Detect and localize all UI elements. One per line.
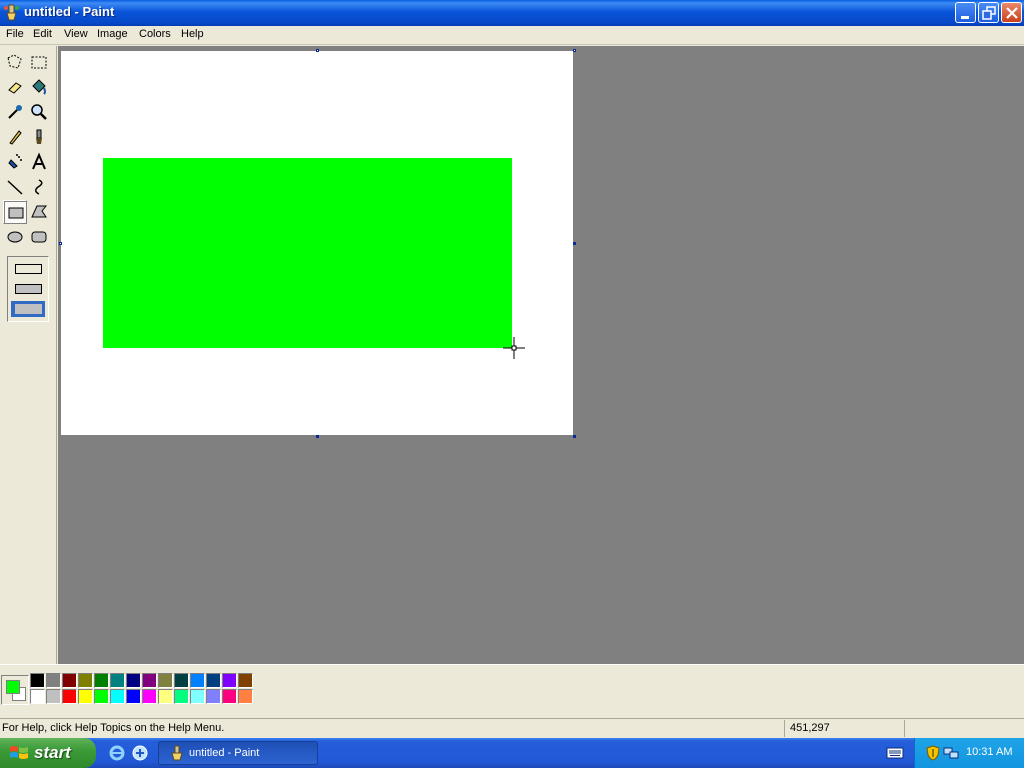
- palette-swatch[interactable]: [206, 689, 221, 704]
- palette-swatch[interactable]: [94, 689, 109, 704]
- palette-swatch[interactable]: [126, 673, 141, 688]
- resize-handle-top: [316, 49, 319, 52]
- menu-edit[interactable]: Edit: [32, 28, 53, 40]
- palette-swatch[interactable]: [158, 689, 173, 704]
- window-title: untitled - Paint: [24, 4, 115, 19]
- palette-swatch[interactable]: [174, 673, 189, 688]
- resize-handle-left: [59, 242, 62, 245]
- status-divider: [784, 720, 785, 737]
- palette-swatch[interactable]: [238, 689, 253, 704]
- palette-swatch[interactable]: [158, 673, 173, 688]
- palette-swatch[interactable]: [62, 689, 77, 704]
- status-bar: For Help, click Help Topics on the Help …: [0, 718, 1024, 738]
- palette-swatch[interactable]: [46, 689, 61, 704]
- fill-style-options: [7, 256, 49, 322]
- resize-handle-bottom-right[interactable]: [573, 435, 576, 438]
- eraser-tool[interactable]: [3, 75, 27, 99]
- palette-swatch[interactable]: [174, 689, 189, 704]
- menu-file[interactable]: File: [5, 28, 25, 40]
- ellipse-tool[interactable]: [3, 225, 27, 249]
- resize-handle-right[interactable]: [573, 242, 576, 245]
- show-desktop-icon[interactable]: [131, 744, 148, 761]
- title-bar[interactable]: untitled - Paint: [0, 0, 1024, 26]
- pencil-tool[interactable]: [3, 125, 27, 149]
- brush-tool[interactable]: [27, 125, 51, 149]
- menu-bar: File Edit View Image Colors Help: [0, 26, 1024, 45]
- menu-help[interactable]: Help: [180, 28, 205, 40]
- resize-handle-bottom[interactable]: [316, 435, 319, 438]
- palette-swatch[interactable]: [110, 689, 125, 704]
- free-form-select-tool[interactable]: [3, 50, 27, 74]
- palette-swatch[interactable]: [222, 689, 237, 704]
- paint-app-icon: [171, 745, 183, 761]
- close-button[interactable]: [1001, 2, 1022, 23]
- status-help-text: For Help, click Help Topics on the Help …: [2, 722, 225, 734]
- palette-swatch[interactable]: [30, 673, 45, 688]
- keyboard-icon[interactable]: [886, 746, 904, 760]
- line-tool[interactable]: [3, 175, 27, 199]
- palette-swatch[interactable]: [206, 673, 221, 688]
- start-label: start: [34, 743, 71, 762]
- fill-option-fill-only[interactable]: [11, 301, 45, 317]
- palette-swatch[interactable]: [94, 673, 109, 688]
- palette-swatch[interactable]: [110, 673, 125, 688]
- palette-swatch[interactable]: [190, 689, 205, 704]
- toolbox: [0, 46, 57, 664]
- text-tool[interactable]: [27, 150, 51, 174]
- start-button[interactable]: start: [0, 738, 96, 768]
- polygon-tool[interactable]: [27, 200, 51, 224]
- palette-swatch[interactable]: [78, 673, 93, 688]
- menu-image[interactable]: Image: [96, 28, 129, 40]
- resize-handle-top-right: [573, 49, 576, 52]
- select-tool[interactable]: [27, 50, 51, 74]
- palette-swatch[interactable]: [238, 673, 253, 688]
- palette-swatch[interactable]: [62, 673, 77, 688]
- minimize-button[interactable]: [955, 2, 976, 23]
- color-palette: [0, 664, 1024, 714]
- taskbar: start untitled - Paint 10:31 AM: [0, 738, 1024, 768]
- palette-swatch[interactable]: [222, 673, 237, 688]
- palette-swatch[interactable]: [142, 673, 157, 688]
- paint-app-icon[interactable]: [3, 4, 20, 21]
- rounded-rectangle-tool[interactable]: [27, 225, 51, 249]
- windows-logo-icon: [10, 746, 28, 759]
- status-divider: [904, 720, 905, 737]
- fill-with-color-tool[interactable]: [27, 75, 51, 99]
- restore-button[interactable]: [978, 2, 999, 23]
- fill-option-outline[interactable]: [11, 261, 45, 277]
- curve-tool[interactable]: [27, 175, 51, 199]
- palette-swatch[interactable]: [46, 673, 61, 688]
- palette-swatch[interactable]: [142, 689, 157, 704]
- clock: 10:31 AM: [966, 746, 1013, 758]
- menu-view[interactable]: View: [63, 28, 89, 40]
- menu-colors[interactable]: Colors: [138, 28, 172, 40]
- system-tray: 10:31 AM: [914, 738, 1024, 768]
- pick-color-tool[interactable]: [3, 100, 27, 124]
- canvas-workspace: [58, 46, 1024, 664]
- magnifier-tool[interactable]: [27, 100, 51, 124]
- network-icon[interactable]: [943, 745, 959, 761]
- crosshair-cursor-icon: [503, 337, 525, 359]
- airbrush-tool[interactable]: [3, 150, 27, 174]
- fill-option-outline-and-fill[interactable]: [11, 281, 45, 297]
- palette-swatch[interactable]: [190, 673, 205, 688]
- taskbar-paint-label: untitled - Paint: [189, 747, 260, 759]
- foreground-color[interactable]: [6, 680, 20, 694]
- drawing-canvas[interactable]: [61, 51, 573, 435]
- internet-explorer-icon[interactable]: [108, 744, 125, 761]
- green-rectangle-shape: [103, 158, 512, 348]
- security-shield-icon[interactable]: [925, 745, 941, 761]
- cursor-coordinates: 451,297: [790, 722, 830, 734]
- taskbar-paint-button[interactable]: untitled - Paint: [158, 741, 318, 765]
- current-colors: [1, 675, 29, 705]
- palette-swatch[interactable]: [30, 689, 45, 704]
- rectangle-tool[interactable]: [3, 200, 27, 224]
- palette-swatch[interactable]: [78, 689, 93, 704]
- palette-swatch[interactable]: [126, 689, 141, 704]
